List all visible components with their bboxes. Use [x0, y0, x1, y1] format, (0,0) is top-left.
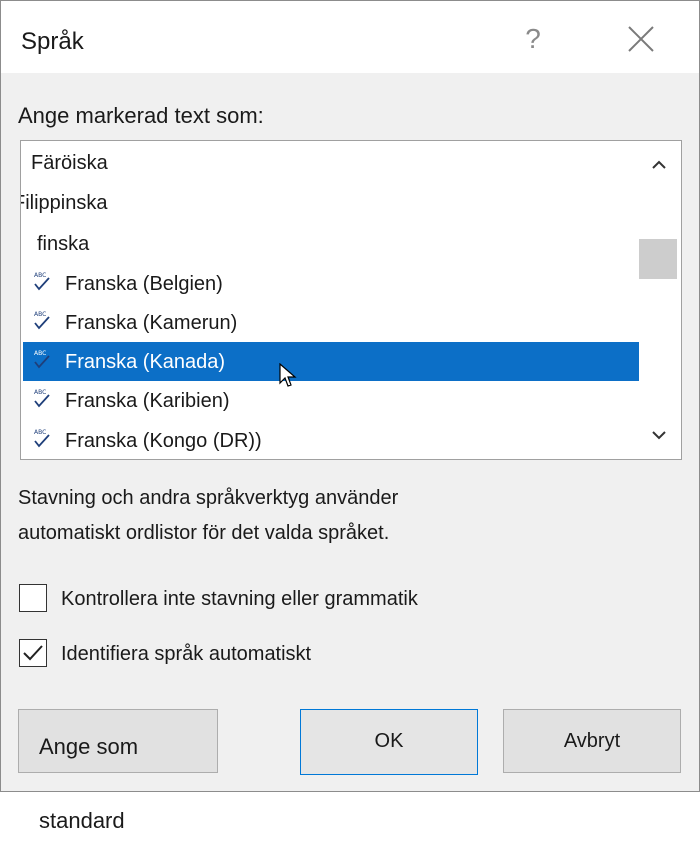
close-icon[interactable] — [625, 23, 657, 55]
spell-check-icon: ABC — [34, 350, 50, 369]
help-icon[interactable]: ? — [519, 19, 547, 59]
language-dialog: Språk ? Ange markerad text som: Färöiska… — [0, 0, 700, 833]
language-item-label: Filippinska — [20, 192, 108, 214]
language-item-label: Franska (Kongo (DR)) — [65, 430, 262, 452]
language-item-faroiska[interactable]: Färöiska — [23, 143, 639, 182]
spell-check-icon: ABC — [34, 429, 50, 448]
language-listbox[interactable]: Färöiska Filippinska finska ABC Franska … — [20, 140, 682, 460]
svg-text:ABC: ABC — [34, 389, 46, 396]
language-item-filippinska[interactable]: Filippinska — [20, 183, 639, 222]
language-item-franska-kongo[interactable]: ABC Franska (Kongo (DR)) — [23, 421, 639, 459]
checkmark-icon — [23, 645, 43, 661]
language-item-label: Franska (Belgien) — [65, 273, 223, 295]
spell-check-icon: ABC — [34, 272, 50, 291]
chevron-down-icon[interactable] — [649, 425, 669, 445]
language-item-franska-kamerun[interactable]: ABC Franska (Kamerun) — [23, 303, 639, 342]
scrollbar-thumb[interactable] — [639, 239, 677, 279]
dialog-title: Språk — [21, 28, 84, 55]
language-item-label: finska — [37, 233, 90, 255]
svg-text:ABC: ABC — [34, 311, 46, 318]
chevron-up-icon[interactable] — [649, 155, 669, 175]
svg-text:ABC: ABC — [34, 272, 46, 279]
language-item-franska-belgien[interactable]: ABC Franska (Belgien) — [23, 264, 639, 303]
detect-language-checkbox[interactable] — [19, 639, 47, 667]
no-spellcheck-checkbox[interactable] — [19, 584, 47, 612]
title-bar: Språk ? — [1, 1, 699, 73]
mouse-pointer-icon — [279, 363, 297, 387]
svg-text:ABC: ABC — [34, 429, 46, 436]
language-list-label: Ange markerad text som: — [18, 103, 264, 128]
language-item-finska[interactable]: finska — [23, 224, 639, 263]
info-text: Stavning och andra språkverktyg använder… — [18, 481, 538, 551]
language-item-label: Franska (Kanada) — [65, 351, 226, 373]
svg-text:ABC: ABC — [34, 350, 46, 357]
list-scrollbar[interactable] — [639, 141, 679, 459]
info-text-line: Stavning och andra språkverktyg använder — [18, 487, 399, 509]
ok-button[interactable]: OK — [300, 709, 478, 775]
spell-check-icon: ABC — [34, 389, 50, 408]
detect-language-label: Identifiera språk automatiskt — [61, 643, 312, 665]
info-text-line: automatiskt ordlistor för det valda språ… — [18, 522, 390, 544]
language-item-label: Franska (Kamerun) — [65, 312, 238, 334]
set-default-button[interactable]: Ange som standard — [18, 709, 218, 833]
language-item-label: Färöiska — [31, 152, 108, 174]
language-item-label: Franska (Karibien) — [65, 390, 230, 412]
no-spellcheck-label: Kontrollera inte stavning eller grammati… — [61, 588, 418, 610]
cancel-button[interactable]: Avbryt — [503, 709, 681, 773]
spell-check-icon: ABC — [34, 311, 50, 330]
language-item-franska-karibien[interactable]: ABC Franska (Karibien) — [23, 381, 639, 420]
language-item-franska-kanada[interactable]: ABC Franska (Kanada) — [23, 342, 639, 381]
